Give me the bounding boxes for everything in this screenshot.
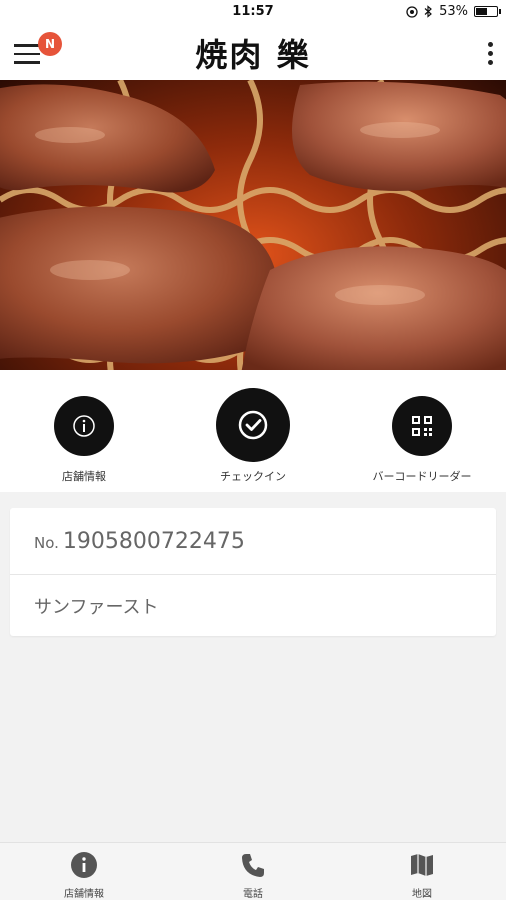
check-in-button[interactable]: チェックイン [169, 370, 337, 484]
map-icon [411, 854, 433, 876]
nav-store-info-label: 店舗情報 [64, 889, 104, 900]
bluetooth-icon [424, 5, 433, 18]
check-in-label: チェックイン [220, 470, 286, 483]
store-info-button[interactable]: 店舗情報 [0, 370, 168, 484]
info-icon [54, 396, 114, 456]
more-vertical-icon[interactable] [484, 42, 496, 68]
member-card: No. 1905800722475 サンファースト [10, 508, 496, 636]
barcode-reader-label: バーコードリーダー [372, 470, 472, 483]
app-header: N 焼肉 樂 [0, 24, 506, 80]
app-screen: 11:57 53% N 焼肉 樂 店舗情報 チェックイン バーコードリーダー N… [0, 0, 506, 900]
action-bar: 店舗情報 チェックイン バーコードリーダー [0, 370, 506, 492]
barcode-reader-button[interactable]: バーコードリーダー [338, 370, 506, 484]
store-name-row: サンファースト [10, 574, 496, 636]
battery-fill [476, 8, 487, 15]
location-icon [406, 5, 418, 18]
store-info-label: 店舗情報 [62, 470, 106, 483]
checkmark-circle-icon [216, 388, 290, 462]
phone-icon [242, 854, 264, 877]
battery-icon [474, 6, 501, 17]
nav-store-info[interactable]: 店舗情報 [0, 851, 168, 900]
brand-logo: 焼肉 樂 [195, 36, 311, 74]
store-name: サンファースト [34, 596, 159, 618]
qr-code-icon [392, 396, 452, 456]
member-number-row: No. 1905800722475 [10, 508, 496, 574]
nav-phone-label: 電話 [243, 889, 263, 900]
status-bar: 11:57 53% [0, 0, 506, 24]
nav-map[interactable]: 地図 [338, 851, 506, 900]
member-number: 1905800722475 [62, 528, 245, 554]
bottom-nav: 店舗情報 電話 地図 [0, 842, 506, 900]
nav-map-label: 地図 [412, 889, 432, 900]
nav-phone[interactable]: 電話 [169, 851, 337, 900]
battery-percent: 53% [439, 4, 468, 19]
hero-grilled-meat-image [0, 80, 506, 370]
info-icon [71, 852, 97, 878]
grilled-meat-photo [0, 80, 506, 370]
status-icons: 53% [406, 4, 501, 19]
member-number-prefix: No. [34, 534, 59, 552]
